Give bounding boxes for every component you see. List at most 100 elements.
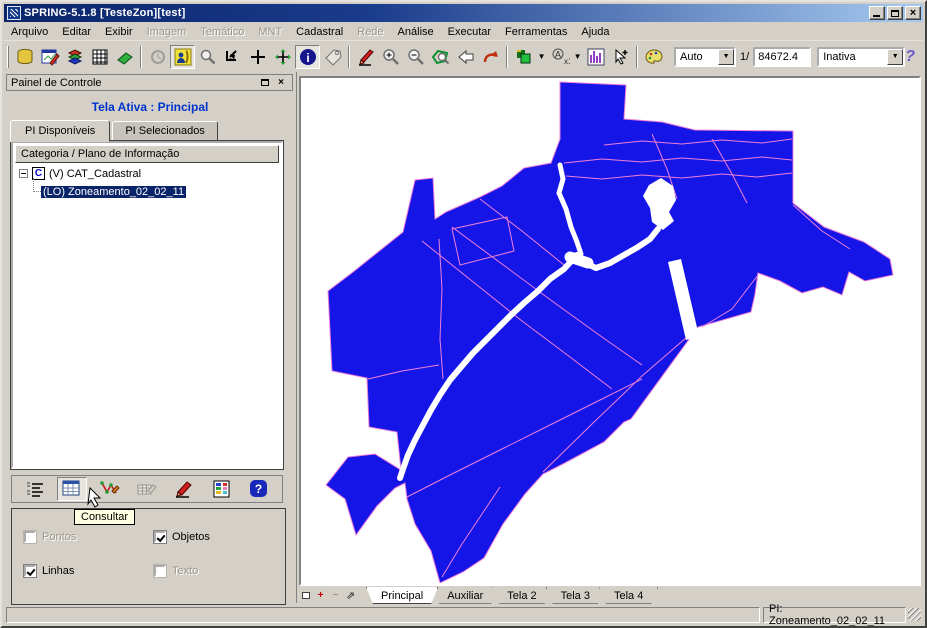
legend-colors-icon <box>211 479 233 499</box>
zoom-in-button[interactable] <box>378 45 403 69</box>
linhas-checkbox-icon[interactable] <box>24 565 36 577</box>
checkbox-linhas[interactable]: Linhas <box>24 565 74 577</box>
menu-ferramentas[interactable]: Ferramentas <box>498 24 574 40</box>
draw-pencil-button[interactable] <box>353 45 378 69</box>
active-screen-label: Tela Ativa : Principal <box>4 100 296 114</box>
panel-close-button[interactable]: × <box>274 76 288 89</box>
panel-float-button[interactable] <box>258 76 272 89</box>
pan-icon <box>273 47 293 67</box>
toolbar-handle[interactable] <box>7 46 9 68</box>
panel-help-button[interactable]: ? <box>244 477 274 501</box>
objetos-checkbox-icon[interactable] <box>154 531 166 543</box>
undo-button[interactable] <box>478 45 503 69</box>
edition-combo[interactable]: Inativa ▼ <box>817 47 905 67</box>
pan-button[interactable] <box>270 45 295 69</box>
toolbar-help-button[interactable]: ? <box>905 48 915 66</box>
auto-label-button[interactable]: Ax1 <box>547 45 572 69</box>
zoom-region-button[interactable] <box>428 45 453 69</box>
tab-pi-disponiveis[interactable]: PI Disponíveis <box>10 120 110 142</box>
collapse-icon[interactable] <box>19 169 28 178</box>
table-edit-button[interactable] <box>132 477 162 501</box>
auto-zoom-dropdown-icon[interactable]: ▼ <box>718 49 734 65</box>
report-view-button[interactable] <box>170 45 195 69</box>
history-icon <box>148 47 168 67</box>
magnifier-icon <box>198 47 218 67</box>
checkbox-objetos[interactable]: Objetos <box>154 531 210 543</box>
database-button[interactable] <box>12 45 37 69</box>
auto-zoom-combo[interactable]: Auto ▼ <box>674 47 736 67</box>
info-button[interactable]: i <box>295 45 320 69</box>
menu-exibir[interactable]: Exibir <box>98 24 140 40</box>
checkbox-pontos[interactable]: Pontos <box>24 531 76 543</box>
image-register-button[interactable] <box>37 45 62 69</box>
tree-row-category[interactable]: C (V) CAT_Cadastral <box>15 166 279 181</box>
draw-icon <box>173 479 195 499</box>
menu-ajuda[interactable]: Ajuda <box>574 24 616 40</box>
cursor-plus-button[interactable] <box>608 45 633 69</box>
menu-cadastral[interactable]: Cadastral <box>289 24 350 40</box>
crosshair-icon <box>248 47 268 67</box>
minimize-button[interactable] <box>869 6 885 20</box>
histogram-button[interactable] <box>583 45 608 69</box>
legend-colors-button[interactable] <box>207 477 237 501</box>
tree-header[interactable]: Categoria / Plano de Informação <box>15 145 279 163</box>
zoom-out-button[interactable] <box>403 45 428 69</box>
texto-checkbox-icon[interactable] <box>154 565 166 577</box>
menu-arquivo[interactable]: Arquivo <box>4 24 55 40</box>
texto-label: Texto <box>172 565 198 577</box>
palette-button[interactable] <box>641 45 666 69</box>
checkbox-texto[interactable]: Texto <box>154 565 198 577</box>
detach-view-button[interactable]: ⇗ <box>344 589 357 602</box>
svg-text:A: A <box>555 49 561 59</box>
fit-view-button[interactable] <box>220 45 245 69</box>
resize-grip[interactable] <box>908 608 921 621</box>
magnifier-button[interactable] <box>195 45 220 69</box>
query-button[interactable] <box>57 477 87 501</box>
view-tab-auxiliar[interactable]: Auxiliar <box>432 587 498 604</box>
vector-style-button[interactable] <box>511 45 536 69</box>
vector-style-dropdown[interactable]: ▼ <box>536 45 547 69</box>
eraser-button[interactable] <box>112 45 137 69</box>
new-view-button[interactable] <box>299 589 312 602</box>
view-tab-tela3[interactable]: Tela 3 <box>546 587 605 604</box>
edition-dropdown-icon[interactable]: ▼ <box>887 49 903 65</box>
scale-input[interactable]: 84672.4 <box>753 47 811 67</box>
view-tab-tela4[interactable]: Tela 4 <box>599 587 658 604</box>
control-panel-title: Painel de Controle <box>11 77 256 89</box>
view-tab-principal[interactable]: Principal <box>366 587 438 604</box>
menu-analise[interactable]: Análise <box>391 24 441 40</box>
legend-list-button[interactable] <box>20 477 50 501</box>
tab-pi-selecionados[interactable]: PI Selecionados <box>112 121 218 141</box>
tree-row-layer[interactable]: (LO) Zoneamento_02_02_11 <box>41 184 279 199</box>
map-canvas[interactable] <box>302 79 918 583</box>
menu-imagem[interactable]: Imagem <box>140 24 194 40</box>
zoom-in-icon <box>381 47 401 67</box>
close-button[interactable]: × <box>905 6 921 20</box>
app-icon <box>7 6 21 20</box>
back-arrow-button[interactable] <box>453 45 478 69</box>
draw-button[interactable] <box>169 477 199 501</box>
menu-editar[interactable]: Editar <box>55 24 98 40</box>
menu-executar[interactable]: Executar <box>441 24 498 40</box>
svg-text:x1: x1 <box>564 57 570 66</box>
category-label[interactable]: (V) CAT_Cadastral <box>49 168 141 180</box>
layers-button[interactable] <box>62 45 87 69</box>
tag-button[interactable] <box>320 45 345 69</box>
add-view-button[interactable]: + <box>314 589 327 602</box>
tag-icon <box>323 47 343 67</box>
legend-list-icon <box>24 479 46 499</box>
crosshair-button[interactable] <box>245 45 270 69</box>
maximize-button[interactable] <box>887 6 903 20</box>
pontos-checkbox-icon[interactable] <box>24 531 36 543</box>
view-tab-tela2[interactable]: Tela 2 <box>492 587 551 604</box>
menu-rede[interactable]: Rede <box>350 24 390 40</box>
layer-label[interactable]: (LO) Zoneamento_02_02_11 <box>41 186 186 198</box>
layer-tree: Categoria / Plano de Informação C (V) CA… <box>11 141 283 469</box>
auto-label-dropdown[interactable]: ▼ <box>572 45 583 69</box>
grid-button[interactable] <box>87 45 112 69</box>
menu-tematico[interactable]: Temático <box>193 24 251 40</box>
history-button[interactable] <box>145 45 170 69</box>
remove-view-button[interactable]: − <box>329 589 342 602</box>
menu-mnt[interactable]: MNT <box>251 24 289 40</box>
table-edit-icon <box>136 479 158 499</box>
